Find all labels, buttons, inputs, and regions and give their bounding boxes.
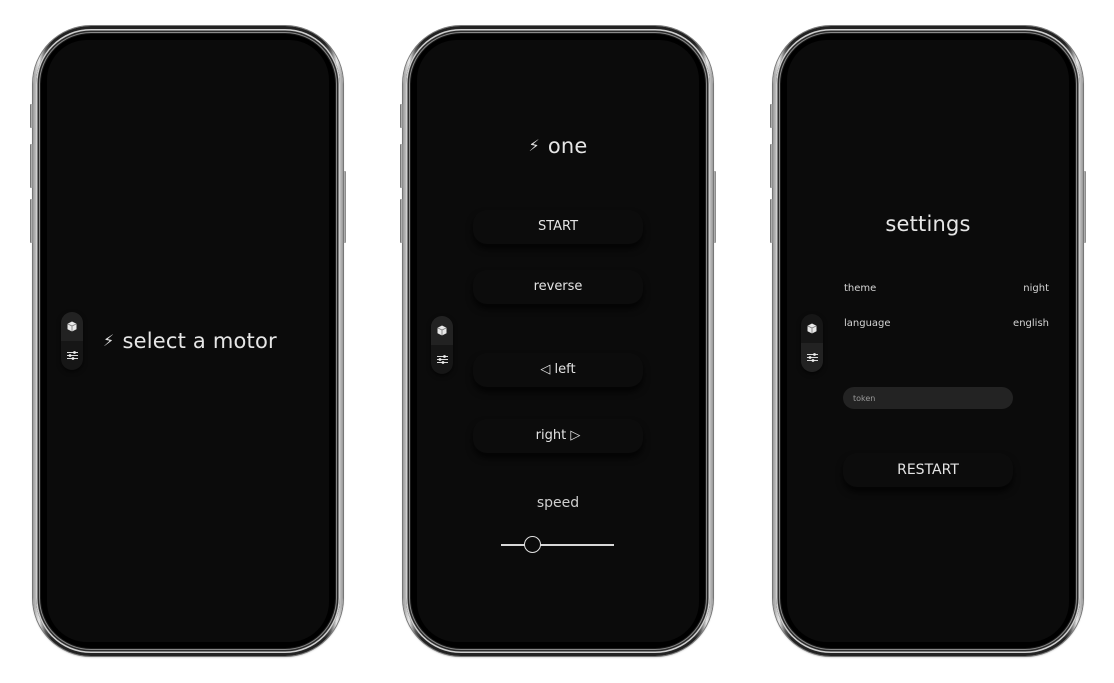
restart-button[interactable]: RESTART [843, 453, 1013, 487]
cube-icon [437, 325, 447, 336]
mute-switch [770, 104, 773, 128]
volume-up-button [400, 144, 403, 188]
power-button [1083, 171, 1086, 243]
speed-slider[interactable] [501, 535, 614, 555]
volume-down-button [770, 199, 773, 243]
tab-settings[interactable] [61, 341, 83, 370]
speed-label: speed [536, 495, 580, 511]
mute-switch [400, 104, 403, 128]
setting-label: language [844, 318, 891, 329]
cube-icon [67, 321, 77, 332]
cube-icon [807, 323, 817, 334]
volume-up-button [770, 144, 773, 188]
start-button[interactable]: START [473, 210, 643, 244]
tab-settings[interactable] [801, 343, 823, 372]
tab-motors[interactable] [801, 314, 823, 343]
tab-motors[interactable] [61, 312, 83, 341]
setting-value[interactable]: english [1013, 318, 1049, 329]
phone-frame-motor-control: ⚡ one START reverse ◁ left right ▷ speed [400, 26, 716, 656]
power-button [713, 171, 716, 243]
slider-thumb[interactable] [523, 536, 541, 553]
title-text: select a motor [122, 329, 277, 353]
settings-title: settings [885, 212, 971, 236]
bolt-icon: ⚡ [103, 331, 115, 350]
motor-title: ⚡ one [417, 134, 699, 158]
left-button[interactable]: ◁ left [473, 353, 643, 387]
setting-row-theme[interactable]: theme night [844, 283, 1049, 294]
phone-frame-select-motor: ⚡ select a motor [30, 26, 346, 656]
sliders-icon [66, 351, 78, 360]
slider-track[interactable] [501, 544, 614, 546]
mute-switch [30, 104, 33, 128]
setting-row-language[interactable]: language english [844, 318, 1049, 329]
tab-motors[interactable] [431, 316, 453, 345]
right-button[interactable]: right ▷ [473, 419, 643, 453]
motor-name: one [547, 134, 588, 158]
screen-settings: settings theme night language english RE… [787, 40, 1069, 642]
volume-down-button [30, 199, 33, 243]
page-title: ⚡ select a motor [103, 329, 277, 353]
phone-frame-settings: settings theme night language english RE… [770, 26, 1086, 656]
token-input[interactable] [843, 387, 1013, 409]
volume-down-button [400, 199, 403, 243]
tab-settings[interactable] [431, 345, 453, 374]
tab-bar [61, 312, 83, 370]
volume-up-button [30, 144, 33, 188]
screen-select-motor: ⚡ select a motor [47, 40, 329, 642]
sliders-icon [436, 355, 448, 364]
setting-label: theme [844, 283, 877, 294]
power-button [343, 171, 346, 243]
tab-bar [801, 314, 823, 372]
bolt-icon: ⚡ [528, 136, 540, 155]
reverse-button[interactable]: reverse [473, 270, 643, 304]
setting-value[interactable]: night [1023, 283, 1049, 294]
tab-bar [431, 316, 453, 374]
sliders-icon [806, 353, 818, 362]
screen-motor-control: ⚡ one START reverse ◁ left right ▷ speed [417, 40, 699, 642]
